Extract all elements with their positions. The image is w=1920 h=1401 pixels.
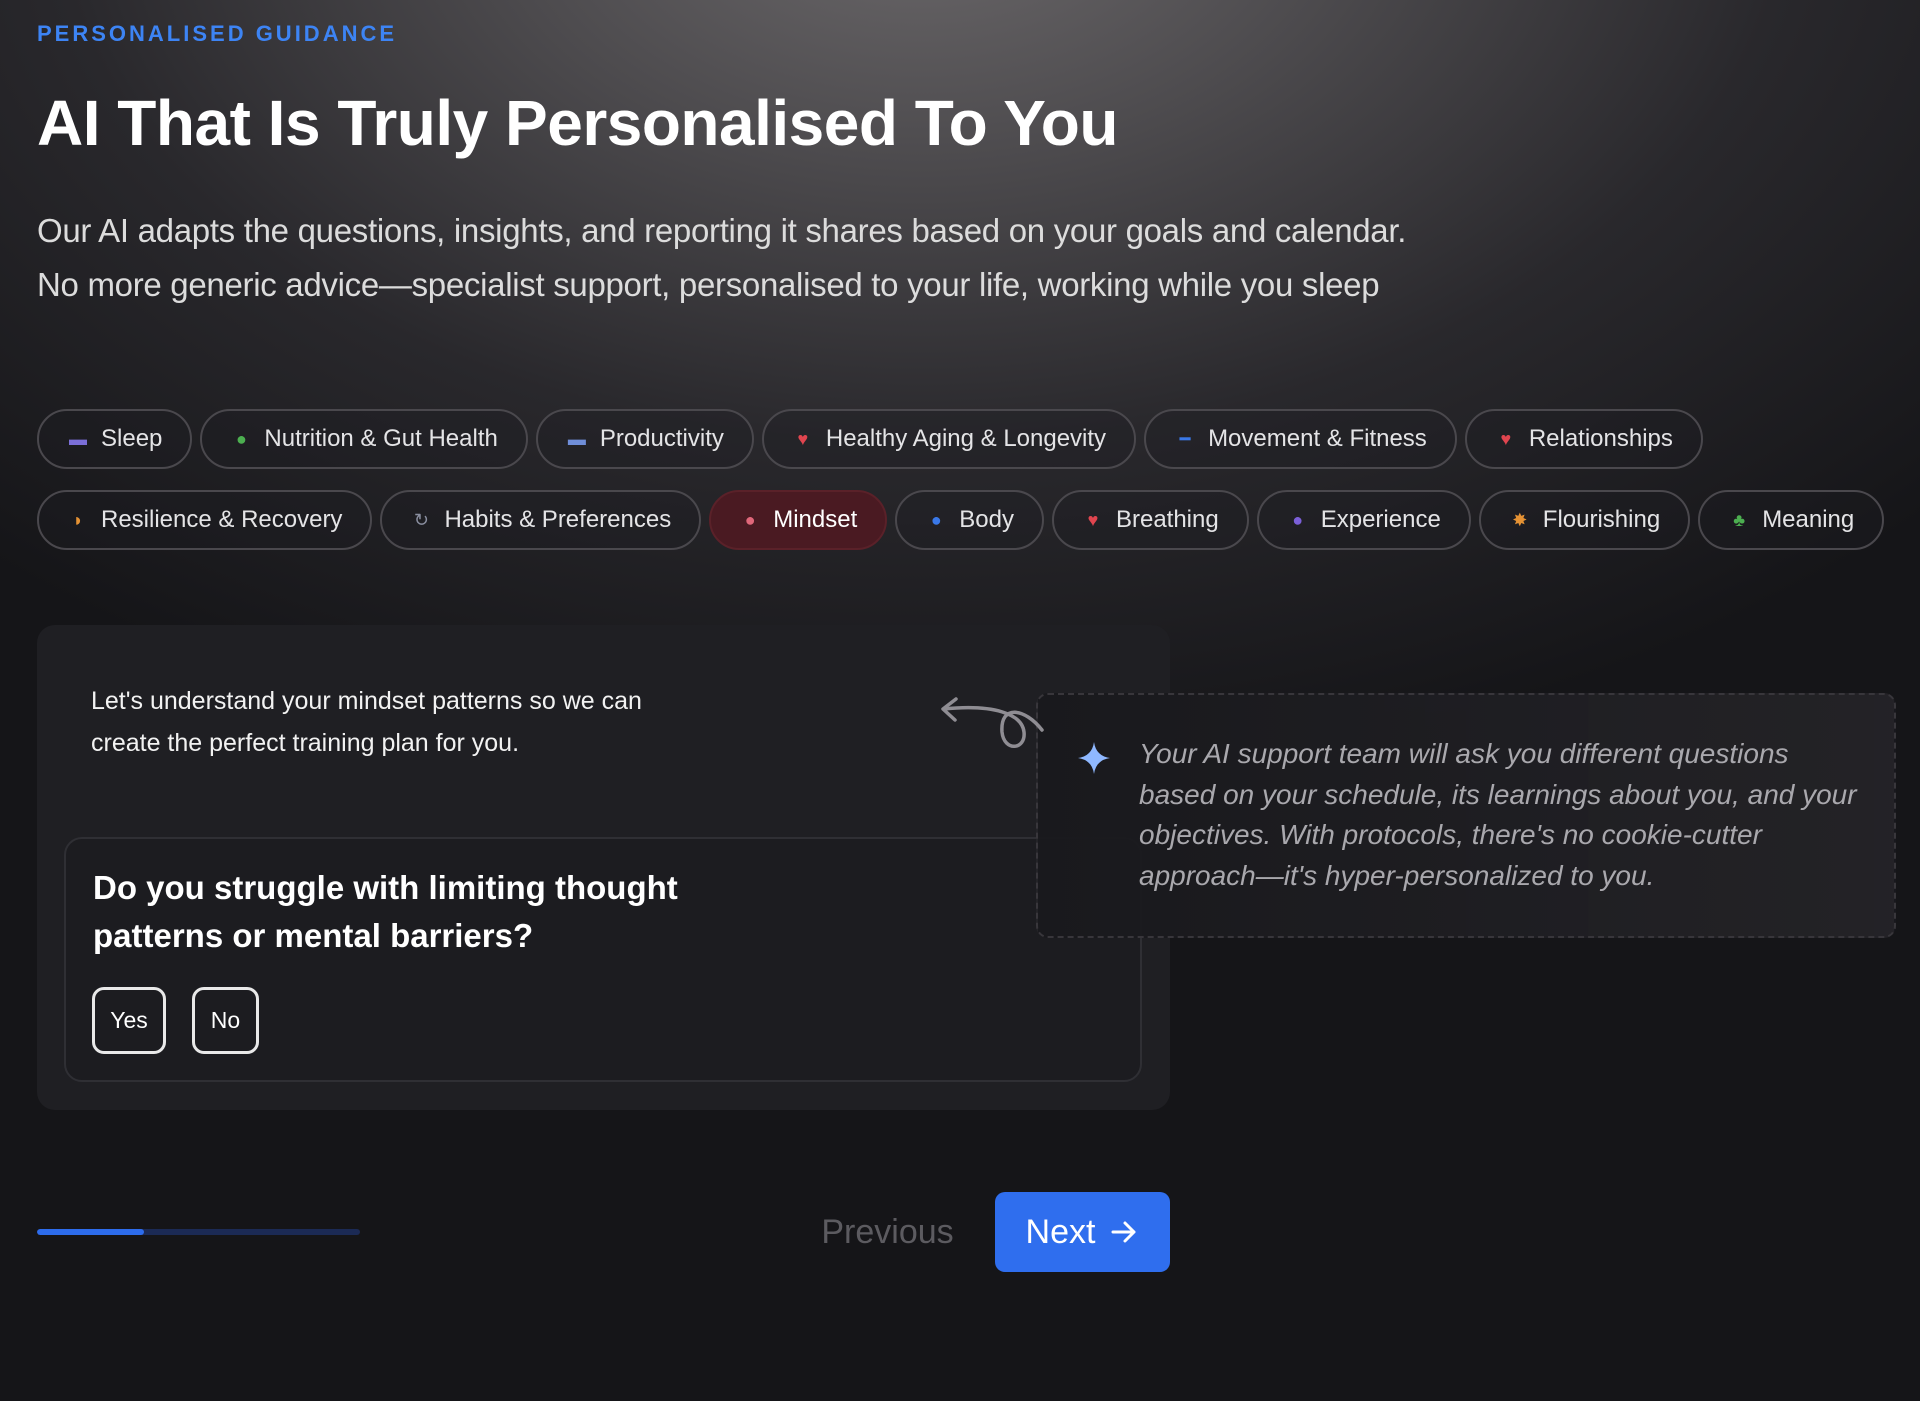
category-chip-healthy-aging-and-longevity[interactable]: ♥ Healthy Aging & Longevity xyxy=(761,409,1137,469)
category-chip-label: Productivity xyxy=(599,425,724,452)
page-title: AI That Is Truly Personalised To You xyxy=(37,87,1118,159)
progress-bar xyxy=(37,1229,360,1235)
heart-icon: ♥ xyxy=(1087,510,1099,530)
next-label: Next xyxy=(1025,1212,1096,1251)
category-chip-label: Resilience & Recovery xyxy=(101,506,343,533)
flexed-arm-icon: ◗ xyxy=(72,510,84,530)
category-chip-movement-and-fitness[interactable]: ━ Movement & Fitness xyxy=(1144,409,1457,469)
subtitle-line: No more generic advice—specialist suppor… xyxy=(37,266,1380,303)
category-chip-label: Body xyxy=(959,506,1014,533)
category-chip-label: Healthy Aging & Longevity xyxy=(825,425,1107,452)
category-chip-breathing[interactable]: ♥ Breathing xyxy=(1051,490,1249,550)
question-text: Do you struggle with limiting thought pa… xyxy=(93,869,678,954)
arrow-right-icon xyxy=(1111,1221,1136,1243)
sparkle-star-icon: ✸ xyxy=(1512,510,1528,530)
no-button[interactable]: No xyxy=(192,987,259,1054)
category-chip-habits-and-preferences[interactable]: ↻ Habits & Preferences xyxy=(380,490,702,550)
crystal-ball-icon: ● xyxy=(1292,510,1304,530)
category-chips-row-1: ▬ Sleep ● Nutrition & Gut Health ▬ Productivi… xyxy=(37,409,1703,469)
subtitle-line: Our AI adapts the questions, insights, a… xyxy=(37,212,1407,249)
category-chip-mindset[interactable]: ● Mindset xyxy=(709,490,888,550)
category-chip-body[interactable]: ● Body xyxy=(895,490,1044,550)
category-chip-label: Breathing xyxy=(1115,506,1219,533)
refresh-icon: ↻ xyxy=(413,510,429,530)
category-chip-productivity[interactable]: ▬ Productivity xyxy=(535,409,754,469)
category-chip-experience[interactable]: ● Experience xyxy=(1256,490,1471,550)
person-icon: ● xyxy=(930,510,942,530)
next-button[interactable]: Next xyxy=(995,1192,1170,1272)
salad-icon: ● xyxy=(235,429,247,449)
category-chip-label: Habits & Preferences xyxy=(444,506,672,533)
leaf-icon: ♣ xyxy=(1733,510,1746,530)
category-chip-label: Sleep xyxy=(101,425,163,452)
curly-arrow-icon xyxy=(941,697,1044,748)
ai-support-text: Your AI support team will ask you differ… xyxy=(1139,738,1857,891)
sparkle-icon xyxy=(1078,742,1110,774)
category-chip-label: Flourishing xyxy=(1542,506,1661,533)
previous-button[interactable]: Previous xyxy=(800,1192,975,1272)
card-intro-text: Let's understand your mindset patterns s… xyxy=(91,687,642,757)
heart-icon: ♥ xyxy=(797,429,809,449)
category-chip-label: Nutrition & Gut Health xyxy=(264,425,498,452)
section-eyebrow: PERSONALISED GUIDANCE xyxy=(37,21,398,46)
yes-button[interactable]: Yes xyxy=(92,987,166,1054)
heart-icon: ♥ xyxy=(1500,429,1512,449)
category-chip-label: Experience xyxy=(1320,506,1441,533)
category-chip-relationships[interactable]: ♥ Relationships xyxy=(1464,409,1703,469)
category-chips-row-2: ◗ Resilience & Recovery ↻ Habits & Preferen… xyxy=(37,490,1885,550)
category-chip-resilience-and-recovery[interactable]: ◗ Resilience & Recovery xyxy=(37,490,373,550)
bed-icon: ▬ xyxy=(69,429,87,449)
progress-bar-fill xyxy=(37,1229,144,1235)
previous-label: Previous xyxy=(821,1212,954,1251)
category-chip-meaning[interactable]: ♣ Meaning xyxy=(1698,490,1885,550)
brain-icon: ● xyxy=(744,510,756,530)
category-chip-sleep[interactable]: ▬ Sleep xyxy=(37,409,193,469)
category-chip-label: Mindset xyxy=(773,506,858,533)
dumbbell-icon: ━ xyxy=(1179,429,1191,449)
category-chip-nutrition-and-gut-health[interactable]: ● Nutrition & Gut Health xyxy=(200,409,528,469)
page-subtitle: Our AI adapts the questions, insights, a… xyxy=(37,204,1406,312)
category-chip-label: Movement & Fitness xyxy=(1208,425,1427,452)
laptop-icon: ▬ xyxy=(567,429,586,449)
category-chip-label: Meaning xyxy=(1762,506,1855,533)
category-chip-flourishing[interactable]: ✸ Flourishing xyxy=(1478,490,1691,550)
category-chip-label: Relationships xyxy=(1528,425,1673,452)
